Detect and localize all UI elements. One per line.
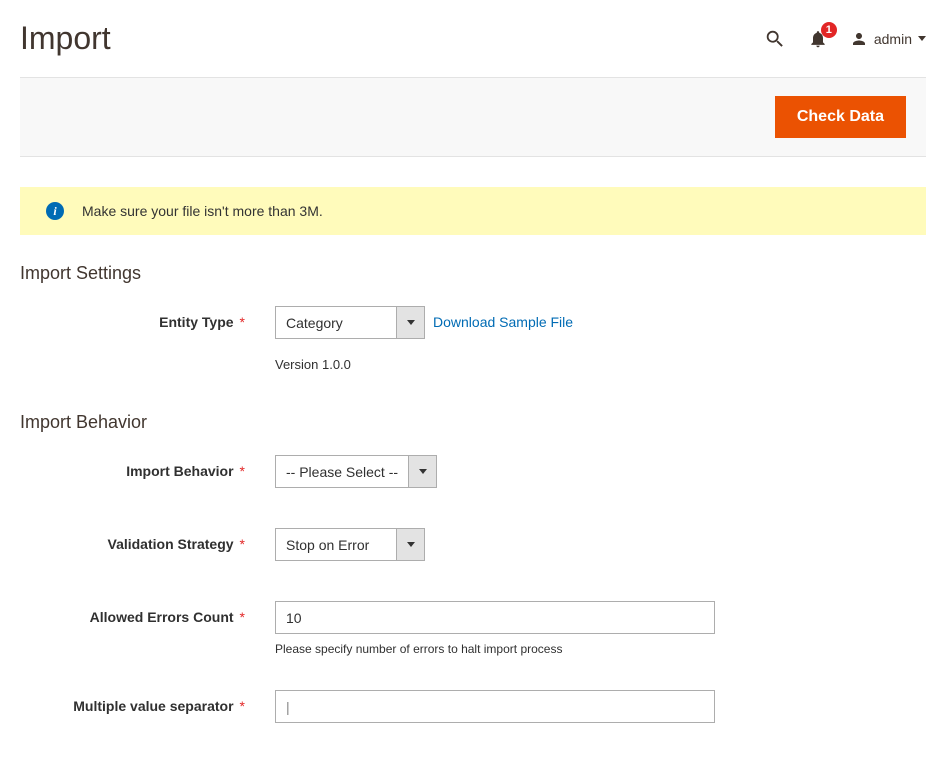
chevron-down-icon bbox=[396, 307, 424, 338]
required-mark: * bbox=[240, 609, 245, 625]
required-mark: * bbox=[240, 463, 245, 479]
section-title-import-behavior: Import Behavior bbox=[20, 412, 926, 433]
import-behavior-select[interactable]: -- Please Select -- bbox=[275, 455, 437, 488]
validation-strategy-value: Stop on Error bbox=[276, 529, 396, 560]
import-behavior-value: -- Please Select -- bbox=[276, 456, 408, 487]
field-multiple-separator: Multiple value separator* bbox=[20, 690, 926, 723]
validation-strategy-select[interactable]: Stop on Error bbox=[275, 528, 425, 561]
info-message: i Make sure your file isn't more than 3M… bbox=[20, 187, 926, 235]
chevron-down-icon bbox=[396, 529, 424, 560]
search-icon[interactable] bbox=[764, 28, 786, 50]
multiple-separator-input[interactable] bbox=[275, 690, 715, 723]
field-validation-strategy: Validation Strategy* Stop on Error bbox=[20, 528, 926, 561]
entity-type-value: Category bbox=[276, 307, 396, 338]
entity-type-select[interactable]: Category bbox=[275, 306, 425, 339]
page-title: Import bbox=[20, 20, 111, 57]
download-sample-link[interactable]: Download Sample File bbox=[433, 306, 573, 339]
user-icon bbox=[850, 30, 868, 48]
validation-strategy-label: Validation Strategy* bbox=[20, 528, 275, 552]
notifications-button[interactable]: 1 bbox=[808, 29, 828, 49]
allowed-errors-label: Allowed Errors Count* bbox=[20, 601, 275, 625]
allowed-errors-input[interactable] bbox=[275, 601, 715, 634]
field-allowed-errors: Allowed Errors Count* Please specify num… bbox=[20, 601, 926, 656]
check-data-button[interactable]: Check Data bbox=[775, 96, 906, 138]
required-mark: * bbox=[240, 698, 245, 714]
chevron-down-icon bbox=[918, 36, 926, 41]
info-message-text: Make sure your file isn't more than 3M. bbox=[82, 203, 323, 219]
chevron-down-icon bbox=[408, 456, 436, 487]
version-note: Version 1.0.0 bbox=[275, 357, 926, 372]
field-entity-type: Entity Type* Category Download Sample Fi… bbox=[20, 306, 926, 372]
import-page: Import 1 admin Check Data i Ma bbox=[0, 0, 946, 783]
multiple-separator-label: Multiple value separator* bbox=[20, 690, 275, 714]
user-menu[interactable]: admin bbox=[850, 30, 926, 48]
action-bar: Check Data bbox=[20, 77, 926, 157]
page-header: Import 1 admin bbox=[20, 20, 926, 57]
field-import-behavior: Import Behavior* -- Please Select -- bbox=[20, 455, 926, 488]
user-name-label: admin bbox=[874, 31, 912, 47]
entity-type-label: Entity Type* bbox=[20, 306, 275, 330]
info-icon: i bbox=[46, 202, 64, 220]
required-mark: * bbox=[240, 536, 245, 552]
required-mark: * bbox=[240, 314, 245, 330]
import-behavior-label: Import Behavior* bbox=[20, 455, 275, 479]
section-title-import-settings: Import Settings bbox=[20, 263, 926, 284]
notification-count-badge: 1 bbox=[821, 22, 837, 38]
header-actions: 1 admin bbox=[764, 28, 926, 50]
allowed-errors-note: Please specify number of errors to halt … bbox=[275, 642, 926, 656]
